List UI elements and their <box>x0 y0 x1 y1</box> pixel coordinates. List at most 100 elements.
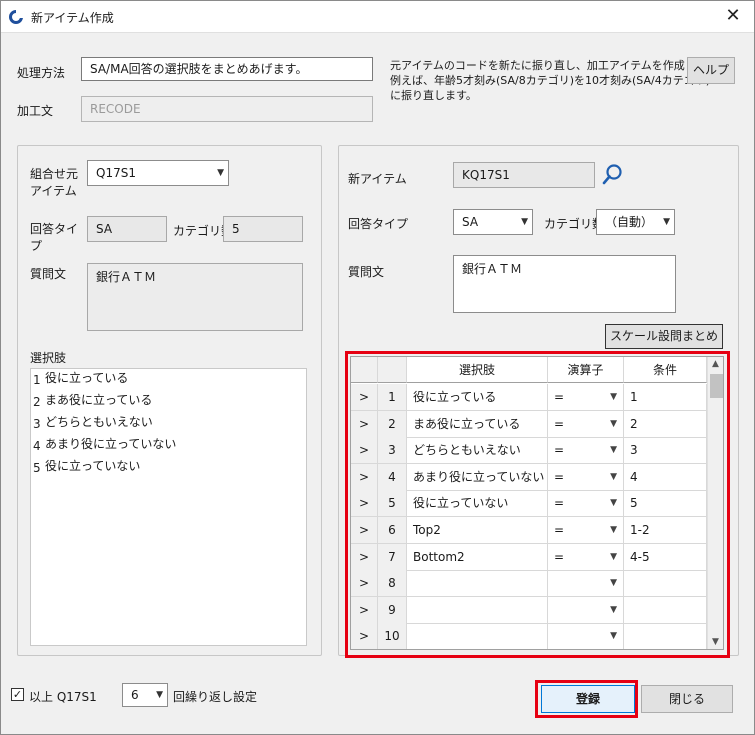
row-selector-cell[interactable]: > <box>351 437 378 465</box>
operator-cell[interactable]: = ▼ <box>548 490 624 518</box>
list-item[interactable]: 4 あまり役に立っていない <box>31 435 306 457</box>
choice-cell[interactable]: 役に立っている <box>407 384 548 411</box>
row-selector-cell[interactable]: > <box>351 517 378 544</box>
table-row[interactable]: >6 Top2 = ▼ 1-2 <box>351 517 707 544</box>
combine-select[interactable]: Q17S1 ▼ <box>87 160 229 186</box>
chevron-down-icon[interactable]: ▼ <box>610 384 617 410</box>
choices-list[interactable]: 1 役に立っている 2 まあ役に立っている 3 どちらともいえない 4 あまり役… <box>30 368 307 646</box>
operator-cell[interactable]: = ▼ <box>548 463 624 491</box>
table-row[interactable]: >9 ▼ <box>351 596 707 624</box>
list-item-text: 役に立っている <box>45 371 129 385</box>
choice-cell[interactable] <box>407 570 548 598</box>
row-selector-cell[interactable]: > <box>351 596 378 624</box>
method-field[interactable]: SA/MA回答の選択肢をまとめあげます。 <box>81 57 373 81</box>
condition-cell[interactable]: 3 <box>624 437 707 465</box>
choice-cell[interactable] <box>407 596 548 624</box>
scroll-down-icon[interactable]: ▼ <box>712 637 719 647</box>
list-item[interactable]: 1 役に立っている <box>31 369 306 391</box>
grid-header-choice[interactable]: 選択肢 <box>407 357 548 383</box>
operator-cell-text: = <box>554 496 565 511</box>
condition-cell[interactable] <box>624 596 707 624</box>
help-button[interactable]: ヘルプ <box>687 57 735 84</box>
chevron-down-icon[interactable]: ▼ <box>610 544 617 570</box>
operator-cell[interactable]: ▼ <box>548 623 624 649</box>
choices-grid[interactable]: 選択肢 演算子 条件 >1 役に立っている = ▼ 1 >2 まあ役に立っている = ▼ 2 >3 ど… <box>350 356 724 650</box>
row-selector-cell[interactable]: > <box>351 384 378 411</box>
operator-cell[interactable]: ▼ <box>548 570 624 598</box>
close-window-button[interactable]: ✕ <box>717 3 749 29</box>
processed-label: 加工文 <box>17 104 54 118</box>
table-row[interactable]: >10 ▼ <box>351 623 707 649</box>
choice-cell[interactable]: 役に立っていない <box>407 490 548 518</box>
chevron-down-icon[interactable]: ▼ <box>610 570 617 596</box>
above-checkbox[interactable]: ✓ <box>11 688 24 701</box>
row-selector-cell[interactable]: > <box>351 410 378 438</box>
chevron-down-icon[interactable]: ▼ <box>610 411 617 437</box>
operator-cell[interactable]: = ▼ <box>548 543 624 571</box>
operator-cell[interactable]: ▼ <box>548 596 624 624</box>
operator-cell[interactable]: = ▼ <box>548 437 624 465</box>
table-row[interactable]: >4 あまり役に立っていない = ▼ 4 <box>351 463 707 491</box>
row-number-cell: 2 <box>378 410 407 438</box>
row-number-cell-text: 5 <box>388 496 396 511</box>
row-number-cell: 1 <box>378 384 407 411</box>
table-row[interactable]: >3 どちらともいえない = ▼ 3 <box>351 437 707 465</box>
grid-header-operator[interactable]: 演算子 <box>548 357 624 383</box>
table-row[interactable]: >7 Bottom2 = ▼ 4-5 <box>351 543 707 571</box>
row-selector-cell[interactable]: > <box>351 623 378 649</box>
row-selector-cell[interactable]: > <box>351 543 378 571</box>
grid-scrollbar[interactable]: ▲ ▼ <box>707 357 723 649</box>
table-row[interactable]: >5 役に立っていない = ▼ 5 <box>351 490 707 518</box>
choice-cell[interactable] <box>407 623 548 649</box>
choice-cell[interactable]: あまり役に立っていない <box>407 463 548 491</box>
row-selector-cell[interactable]: > <box>351 570 378 598</box>
choice-cell[interactable]: Top2 <box>407 517 548 544</box>
new-category-count-select[interactable]: （自動） ▼ <box>596 209 675 235</box>
search-icon[interactable] <box>601 163 625 187</box>
condition-cell[interactable] <box>624 570 707 598</box>
scroll-up-icon[interactable]: ▲ <box>712 359 719 369</box>
list-item[interactable]: 2 まあ役に立っている <box>31 391 306 413</box>
chevron-down-icon[interactable]: ▼ <box>610 437 617 463</box>
scroll-thumb[interactable] <box>710 374 723 398</box>
combine-label: 組合せ元 アイテム <box>30 167 79 198</box>
grid-header-condition[interactable]: 条件 <box>624 357 707 383</box>
choice-cell-text: 役に立っている <box>413 390 497 404</box>
register-button[interactable]: 登録 <box>541 685 635 713</box>
new-answer-type-select[interactable]: SA ▼ <box>453 209 533 235</box>
condition-cell-text: 2 <box>630 416 638 431</box>
list-item[interactable]: 3 どちらともいえない <box>31 413 306 435</box>
table-row[interactable]: >2 まあ役に立っている = ▼ 2 <box>351 410 707 438</box>
close-button[interactable]: 閉じる <box>641 685 733 713</box>
condition-cell[interactable]: 5 <box>624 490 707 518</box>
operator-cell[interactable]: = ▼ <box>548 384 624 411</box>
condition-cell[interactable]: 1 <box>624 384 707 411</box>
chevron-down-icon[interactable]: ▼ <box>610 597 617 623</box>
row-number-cell-text: 7 <box>388 549 396 564</box>
method-label: 処理方法 <box>17 66 66 80</box>
new-question-textarea[interactable]: 銀行ＡＴＭ <box>453 255 676 313</box>
table-row[interactable]: >8 ▼ <box>351 570 707 598</box>
chevron-down-icon[interactable]: ▼ <box>610 517 617 543</box>
chevron-down-icon[interactable]: ▼ <box>610 464 617 490</box>
condition-cell[interactable]: 2 <box>624 410 707 438</box>
condition-cell[interactable]: 1-2 <box>624 517 707 544</box>
operator-cell[interactable]: = ▼ <box>548 410 624 438</box>
table-row[interactable]: >1 役に立っている = ▼ 1 <box>351 384 707 411</box>
choice-cell[interactable]: まあ役に立っている <box>407 410 548 438</box>
choice-cell[interactable]: どちらともいえない <box>407 437 548 465</box>
repeat-count-select[interactable]: 6 ▼ <box>122 683 168 707</box>
scale-question-button[interactable]: スケール設問まとめ <box>605 324 723 349</box>
row-selector-cell-text: > <box>358 496 370 511</box>
chevron-down-icon[interactable]: ▼ <box>610 623 617 649</box>
row-selector-cell[interactable]: > <box>351 463 378 491</box>
choice-cell[interactable]: Bottom2 <box>407 543 548 571</box>
chevron-down-icon[interactable]: ▼ <box>610 490 617 516</box>
condition-cell[interactable]: 4 <box>624 463 707 491</box>
condition-cell[interactable]: 4-5 <box>624 543 707 571</box>
list-item[interactable]: 5 役に立っていない <box>31 457 306 479</box>
row-selector-cell[interactable]: > <box>351 490 378 518</box>
condition-cell[interactable] <box>624 623 707 649</box>
new-item-field[interactable]: KQ17S1 <box>453 162 595 188</box>
operator-cell[interactable]: = ▼ <box>548 517 624 544</box>
